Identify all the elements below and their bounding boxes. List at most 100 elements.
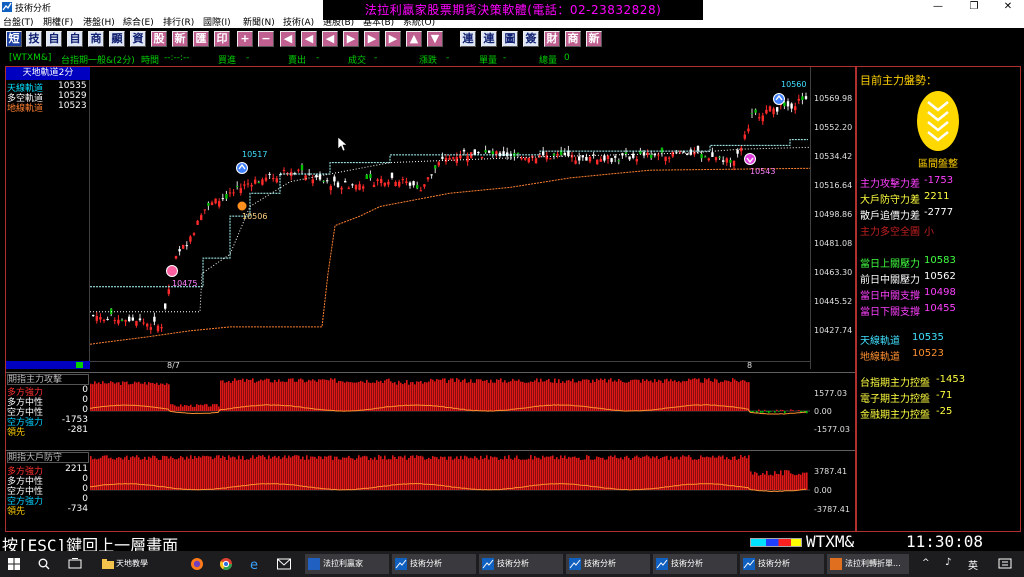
indicator-bar [766,411,768,412]
candle-body [398,181,401,187]
taskbar-item[interactable]: 法拉利贏家 [305,554,389,574]
indicator-bar [482,380,484,411]
candle-body [117,319,120,324]
candle-body [275,178,278,183]
tool-data-button[interactable]: 資 [130,31,146,47]
menu-item-intl[interactable]: 國際(I) [203,15,231,28]
marker-10517-label: 10517 [242,150,268,159]
indicator-bar [644,456,646,490]
taskbar-item[interactable]: 技術分析 [566,554,650,574]
tool-tech-button[interactable]: 技 [26,31,42,47]
indicator-bar [362,381,364,411]
tool-trade-button[interactable]: 商 [88,31,104,47]
taskbar-item[interactable]: 技術分析 [653,554,737,574]
indicator-bar [610,378,612,411]
tray-chevron-icon[interactable]: ^ [922,558,930,568]
indicator-bar [492,457,494,490]
menu-item-futures[interactable]: 期權(F) [43,15,73,28]
tray-volume-icon[interactable]: ♪ [945,557,951,568]
indicator-bar [164,384,166,411]
tool-link2-button[interactable]: 連 [481,31,497,47]
tool-right-step-button[interactable]: ▶ [343,31,359,47]
indicator-bar [606,382,608,411]
tool-right-button[interactable]: ▶ [364,31,380,47]
tool-short-button[interactable]: 短 [6,31,22,47]
attack-bar-chart[interactable] [90,374,810,448]
tool-zoom-in-button[interactable]: + [237,31,253,47]
indicator-bar [696,379,698,411]
chrome-icon[interactable] [219,557,233,571]
indicator-bar [694,459,696,490]
tool-print-button[interactable]: 印 [214,31,230,47]
quote-sell-label: 賣出 [288,56,307,66]
indicator-bar [374,457,376,490]
candle-body [545,155,548,160]
search-icon[interactable] [38,558,50,570]
firefox-icon[interactable] [190,557,204,571]
menu-item-news[interactable]: 新聞(N) [243,15,275,28]
indicator-bar [698,378,700,411]
y-tick: 10534.42 [814,152,853,161]
taskbar-item[interactable]: 法拉利轉折單... [827,554,909,574]
tool-finance-button[interactable]: 財 [544,31,560,47]
panel1-row-value: 0 [82,395,88,405]
tool-stock-button[interactable]: 股 [151,31,167,47]
tool-auto-button[interactable]: 自 [67,31,83,47]
tool-new-button[interactable]: 新 [172,31,188,47]
tool-up-button[interactable]: ▲ [406,31,422,47]
tool-chart-button[interactable]: 圖 [502,31,518,47]
candle-body [160,327,163,329]
indicator-bar [254,382,256,411]
indicator-bar [118,382,120,411]
tool-right-fast-button[interactable]: ▶ [385,31,401,47]
taskbar-item[interactable]: 天地教學 [100,554,180,574]
indicator-bar [506,458,508,490]
menu-item-ranking[interactable]: 排行(R) [163,15,194,28]
indicator-bar [698,458,700,490]
minimize-button[interactable]: — [924,0,952,14]
taskbar-item[interactable]: 技術分析 [479,554,563,574]
tool-exchange-button[interactable]: 匯 [193,31,209,47]
defense-bar-chart[interactable] [90,452,810,528]
tool-left-button[interactable]: ◀ [301,31,317,47]
indicator-bar [278,456,280,490]
taskbar-item[interactable]: 技術分析 [392,554,476,574]
indicator-bar [636,455,638,490]
notification-icon[interactable] [998,557,1012,571]
candle-body [102,319,106,321]
tray-language-indicator[interactable]: 英 [968,557,978,572]
indicator-bar [402,384,404,411]
menu-item-composite[interactable]: 綜合(E) [123,15,154,28]
tool-left-step-button[interactable]: ◀ [322,31,338,47]
tool-link-button[interactable]: 連 [460,31,476,47]
tool-commerce-button[interactable]: 商 [565,31,581,47]
task-view-icon[interactable] [68,558,82,570]
indicator-bar [92,459,94,490]
indicator-bar [736,380,738,411]
maximize-button[interactable]: ❐ [960,0,988,14]
mail-icon[interactable] [277,558,291,570]
indicator-bar [414,458,416,490]
close-button[interactable]: ✕ [994,0,1022,14]
marker-10543-label: 10543 [750,167,776,176]
candle-body [138,318,142,321]
candle-body [459,155,462,159]
price-chart[interactable] [90,67,810,369]
ie-icon[interactable]: e [248,557,262,571]
menu-item-hk[interactable]: 港盤(H) [83,15,115,28]
tool-display-button[interactable]: 顯 [109,31,125,47]
tool-sign-button[interactable]: 簽 [523,31,539,47]
indicator-bar [484,380,486,411]
panel1-row-label: 領先 [7,428,26,438]
tool-down-button[interactable]: ▼ [427,31,443,47]
indicator-bar [262,455,264,490]
tool-news-button[interactable]: 新 [586,31,602,47]
indicator-bar [222,455,224,490]
menu-item-technical[interactable]: 技術(A) [283,15,314,28]
windows-start-icon[interactable] [8,558,20,570]
tool-zoom-out-button[interactable]: − [258,31,274,47]
tool-left-fast-button[interactable]: ◀ [280,31,296,47]
taskbar-item[interactable]: 技術分析 [740,554,824,574]
tool-self-button[interactable]: 自 [46,31,62,47]
menu-item-taipan[interactable]: 台盤(T) [3,15,34,28]
